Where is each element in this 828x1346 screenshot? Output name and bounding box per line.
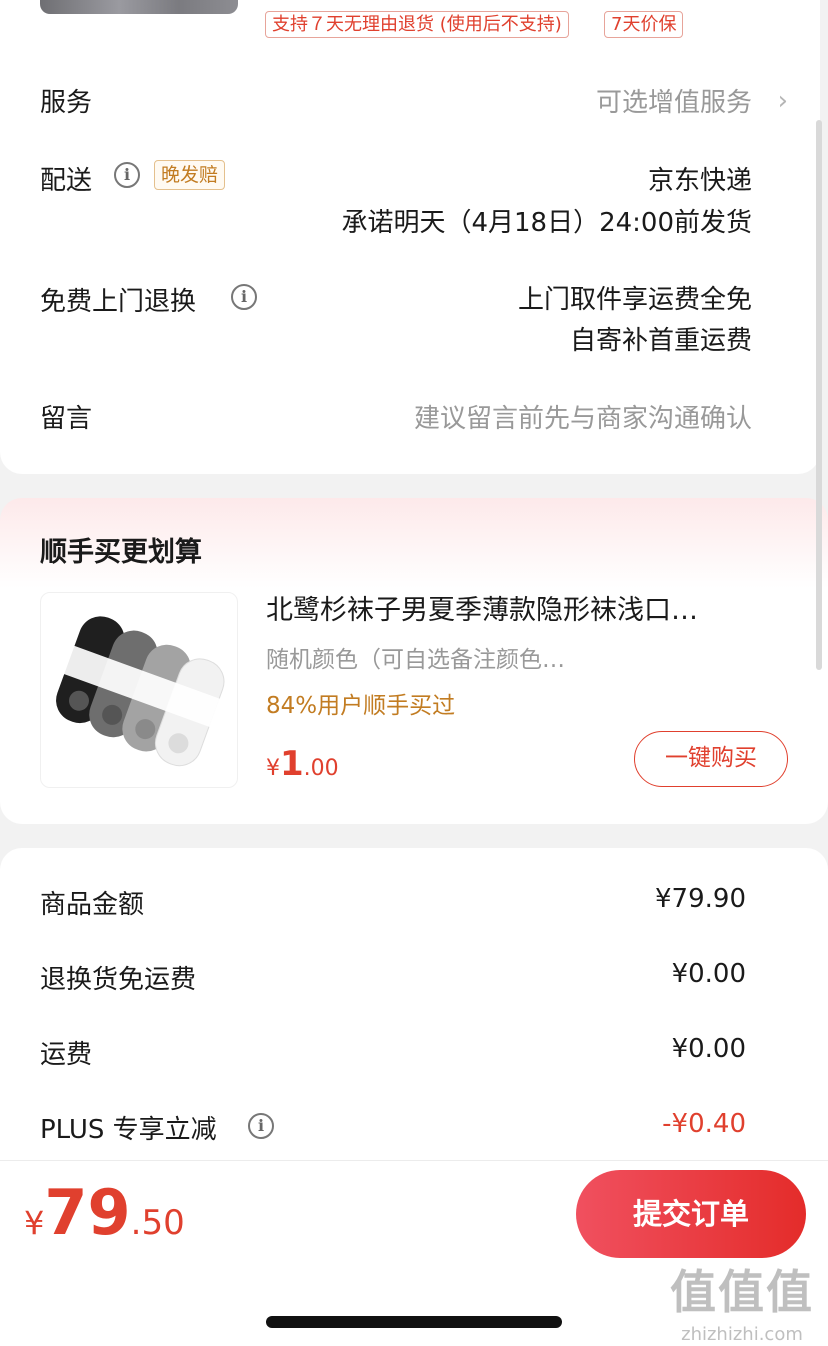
addon-popularity: 84%用户顺手买过 xyxy=(266,693,456,719)
price-integer: 1 xyxy=(280,744,304,784)
fee-label-goods: 商品金额 xyxy=(40,890,145,920)
fee-value-plus-discount: -¥0.40 xyxy=(662,1109,746,1139)
delivery-label: 配送 xyxy=(40,166,93,196)
fee-value-goods: ¥79.90 xyxy=(655,884,746,914)
free-return-label: 免费上门退换 xyxy=(40,287,197,317)
info-icon[interactable]: i xyxy=(114,162,140,188)
addon-product-name[interactable]: 北鹭杉袜子男夏季薄款隐形袜浅口… xyxy=(266,588,698,627)
addon-title: 顺手买更划算 xyxy=(40,537,202,568)
message-input[interactable]: 建议留言前先与商家沟通确认 xyxy=(414,398,752,435)
info-icon[interactable]: i xyxy=(248,1113,274,1139)
total-integer: 79 xyxy=(44,1176,131,1249)
addon-product-spec[interactable]: 随机颜色（可自选备注颜色… xyxy=(266,640,565,674)
message-label: 留言 xyxy=(40,404,93,434)
fee-value-return-shipping: ¥0.00 xyxy=(671,959,746,989)
price-decimal: .00 xyxy=(303,756,339,781)
currency-symbol: ¥ xyxy=(266,756,280,781)
addon-product-image[interactable] xyxy=(40,592,238,788)
service-value[interactable]: 可选增值服务 xyxy=(596,82,752,119)
total-price: ¥79.50 xyxy=(24,1176,185,1249)
fee-value-shipping: ¥0.00 xyxy=(671,1034,746,1064)
fee-label-plus-discount: PLUS 专享立减 xyxy=(40,1115,217,1145)
service-label: 服务 xyxy=(40,88,93,118)
watermark-url: zhizhizhi.com xyxy=(681,1324,803,1345)
addon-price: ¥1.00 xyxy=(266,744,339,784)
return-policy-tag: 支持７天无理由退货 (使用后不支持) xyxy=(265,11,569,38)
total-decimal: .50 xyxy=(130,1203,185,1243)
delivery-promise[interactable]: 承诺明天（4月18日）24:00前发货 xyxy=(341,202,752,239)
submit-order-button[interactable]: 提交订单 xyxy=(576,1170,806,1258)
fee-label-return-shipping: 退换货免运费 xyxy=(40,965,197,995)
chevron-right-icon[interactable]: › xyxy=(778,86,788,116)
watermark-logo: 值值值 xyxy=(670,1265,814,1319)
watermark: 值值值 zhizhizhi.com xyxy=(670,1256,814,1345)
info-icon[interactable]: i xyxy=(231,284,257,310)
free-return-line1: 上门取件享运费全免 xyxy=(517,285,752,315)
home-indicator[interactable] xyxy=(266,1316,562,1328)
fee-label-shipping: 运费 xyxy=(40,1040,93,1070)
product-thumbnail-partial xyxy=(40,0,238,14)
free-return-line2: 自寄补首重运费 xyxy=(569,326,752,356)
scrollbar[interactable] xyxy=(816,120,822,670)
price-protect-tag: 7天价保 xyxy=(604,11,684,38)
total-currency-symbol: ¥ xyxy=(24,1204,45,1242)
one-click-buy-button[interactable]: 一键购买 xyxy=(634,731,788,787)
delivery-carrier[interactable]: 京东快递 xyxy=(648,160,752,197)
socks-image xyxy=(56,616,225,767)
late-compensation-badge: 晚发赔 xyxy=(154,160,226,190)
